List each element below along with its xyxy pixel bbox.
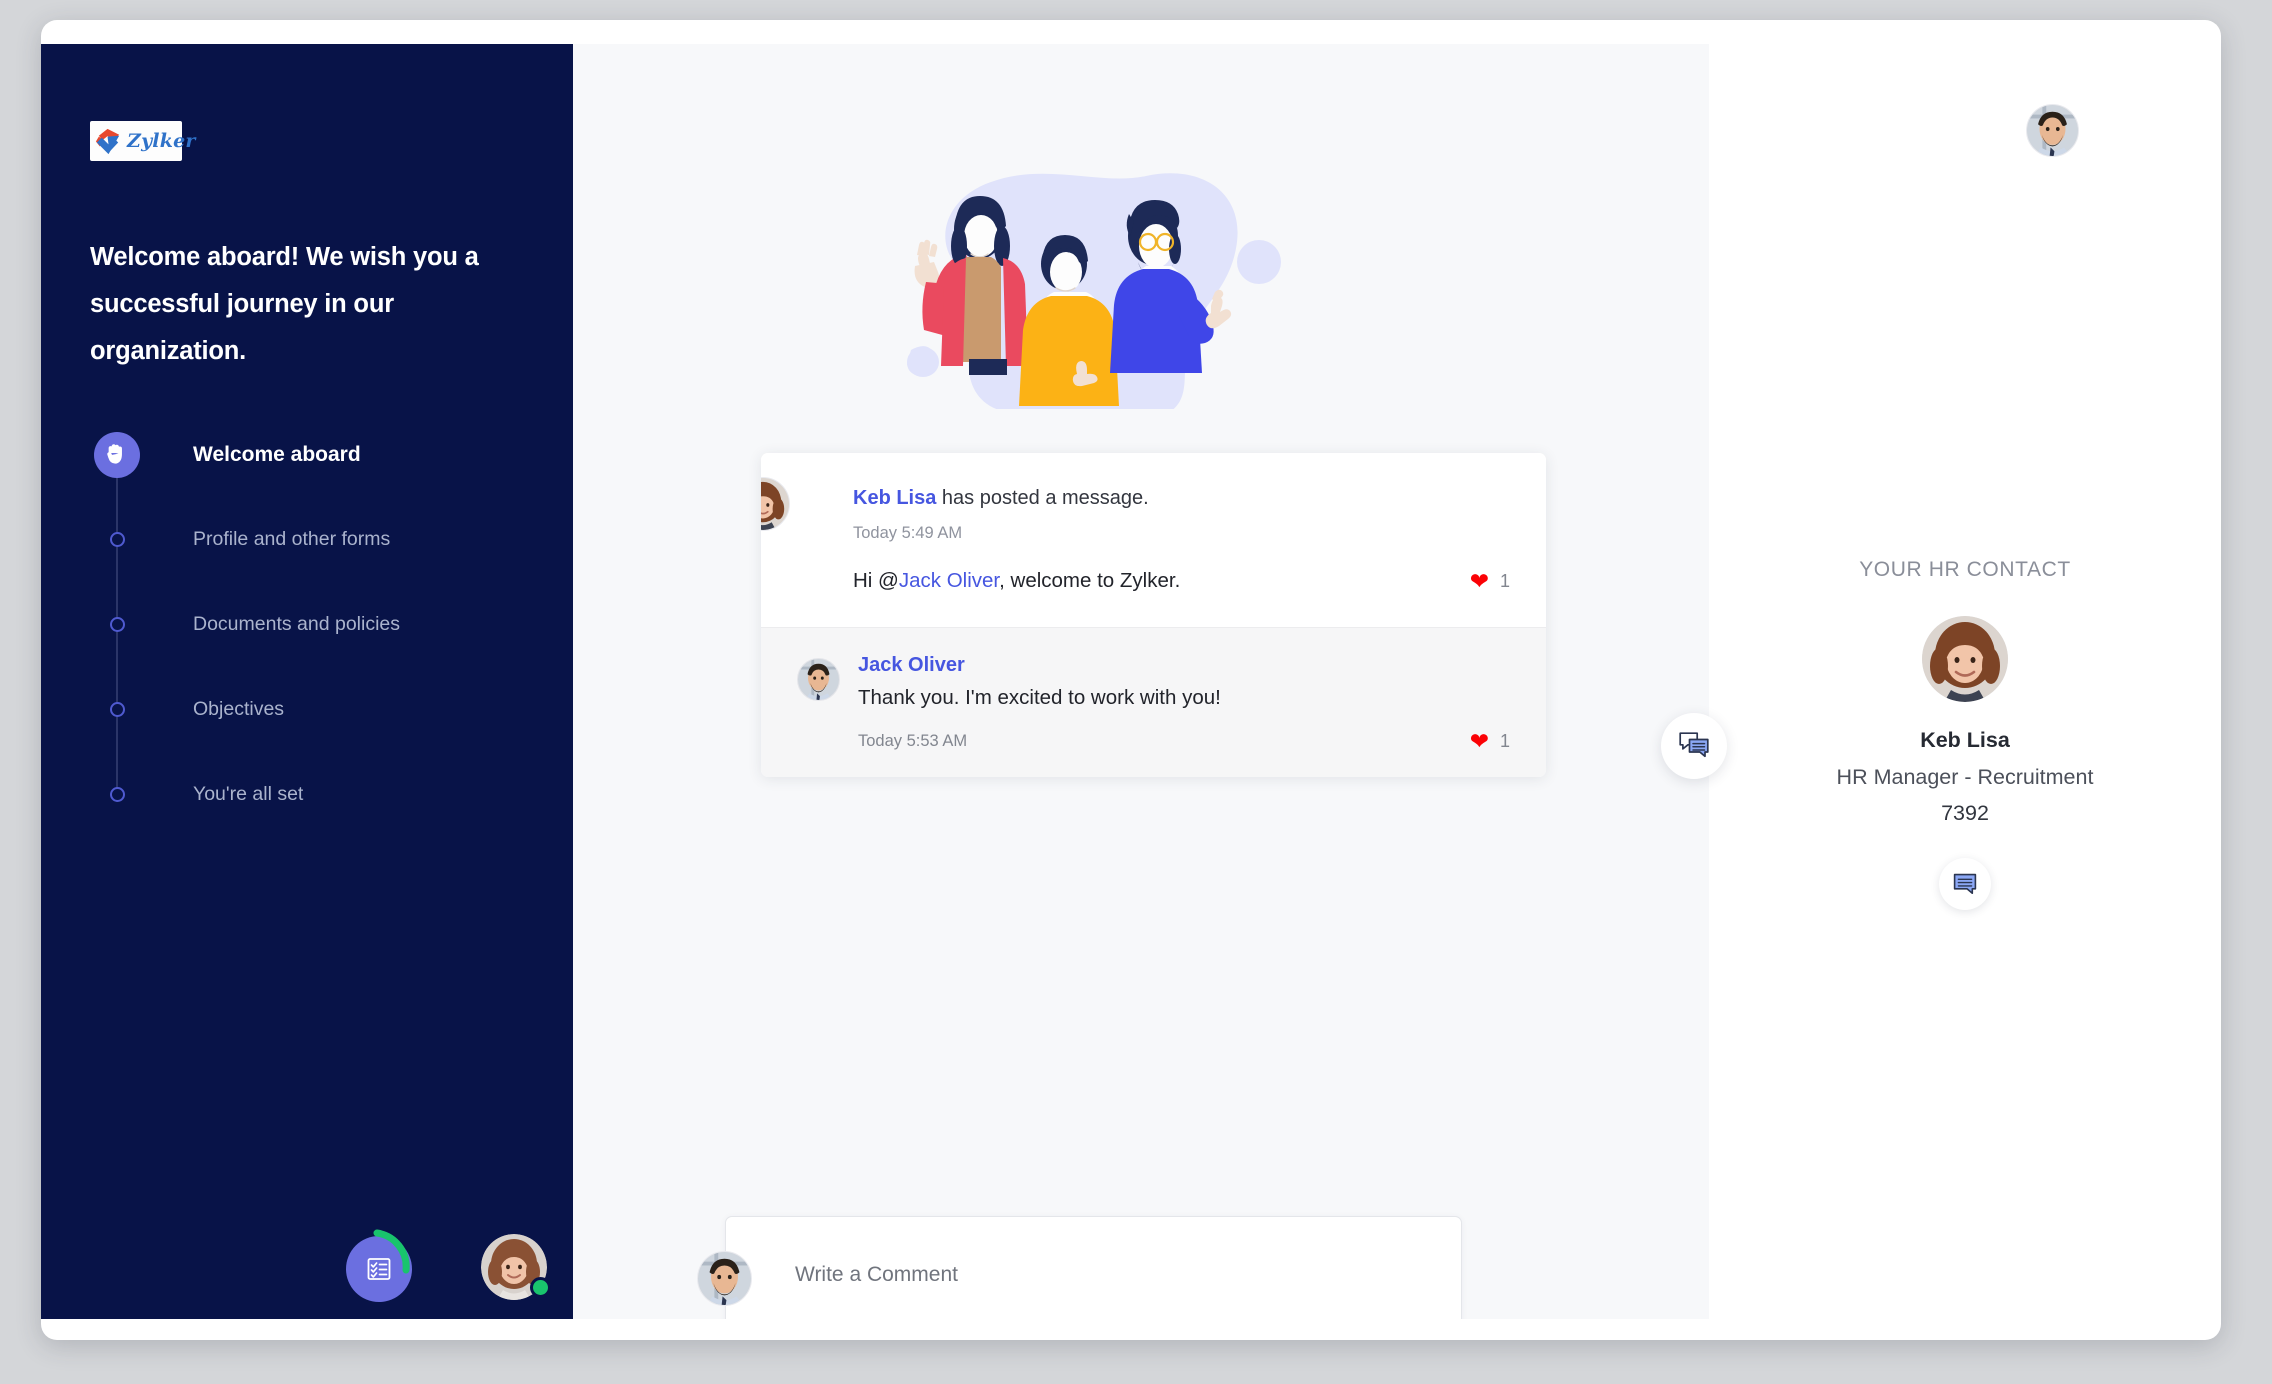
reply-text: Thank you. I'm excited to work with you! — [858, 686, 1221, 709]
hr-contact-card: YOUR HR CONTACT Keb Lisa HR Manager - Re… — [1709, 558, 2221, 910]
message-mention-jack-oliver[interactable]: Jack Oliver — [899, 569, 999, 592]
progress-arc — [373, 1229, 410, 1274]
message-body-suffix: , welcome to Zylker. — [999, 569, 1181, 592]
onboarding-steps: Welcome aboard Profile and other forms D… — [90, 412, 530, 837]
right-panel: YOUR HR CONTACT Keb Lisa HR Manager - Re… — [1709, 44, 2221, 1319]
reply-reaction[interactable]: ❤ 1 — [1470, 730, 1510, 753]
reply-content: Jack Oliver Thank you. I'm excited to wo… — [858, 654, 1510, 753]
zylker-logo-text: Zylker — [127, 130, 196, 152]
message-author-avatar[interactable] — [761, 477, 790, 531]
hr-contact-title: YOUR HR CONTACT — [1859, 558, 2071, 581]
avatar-image-current-user — [698, 1252, 751, 1305]
reaction-count: 1 — [1499, 570, 1510, 591]
message-timestamp: Today 5:49 AM — [853, 524, 963, 542]
sidebar-step-profile-and-other-forms[interactable]: Profile and other forms — [90, 497, 530, 582]
reply-row: Jack Oliver Thank you. I'm excited to wo… — [797, 654, 1510, 753]
zylker-logo[interactable]: Zylker — [90, 121, 195, 161]
sidebar-step-label: You're all set — [193, 783, 304, 805]
main-content: Keb Lisa has posted a message. Today 5:4… — [573, 44, 1709, 1319]
message-card: Keb Lisa has posted a message. Today 5:4… — [761, 453, 1546, 777]
onboarding-progress-widget[interactable] — [346, 1227, 421, 1302]
step-marker — [90, 497, 144, 582]
comment-composer[interactable] — [697, 1216, 1462, 1319]
step-marker-active — [90, 412, 144, 497]
step-marker — [90, 667, 144, 752]
hr-contact-avatar[interactable] — [1922, 616, 2008, 702]
sidebar-step-label: Profile and other forms — [193, 528, 391, 550]
zylker-logo-mark — [95, 128, 120, 154]
chat-fab-button[interactable] — [1661, 713, 1727, 779]
composer-user-avatar — [697, 1251, 752, 1306]
avatar-image-jack-oliver — [798, 659, 839, 700]
status-badge-online — [530, 1277, 551, 1298]
message-body-prefix: Hi @ — [853, 569, 899, 592]
chat-bubble-icon — [1953, 873, 1977, 894]
message-author-name[interactable]: Keb Lisa — [853, 487, 936, 509]
team-welcome-illustration — [871, 173, 1301, 454]
reply-author-avatar[interactable] — [797, 658, 840, 701]
avatar-image-current-user — [2027, 105, 2078, 156]
comment-input[interactable] — [795, 1262, 1395, 1287]
message-body-row: Hi @Jack Oliver, welcome to Zylker. ❤ 1 — [853, 569, 1510, 593]
step-dot-icon — [109, 787, 125, 802]
sidebar-step-youre-all-set[interactable]: You're all set — [90, 752, 530, 837]
sidebar-step-label: Welcome aboard — [193, 442, 361, 466]
chat-bubbles-icon — [1679, 732, 1709, 758]
message-headline: Keb Lisa has posted a message. — [853, 486, 1510, 511]
sidebar: Zylker Welcome aboard! We wish you a suc… — [41, 44, 573, 1319]
app-window: Zylker Welcome aboard! We wish you a suc… — [41, 20, 2221, 1340]
sidebar-step-documents-and-policies[interactable]: Documents and policies — [90, 582, 530, 667]
reply-timestamp: Today 5:53 AM — [858, 732, 968, 750]
reply-footer: Today 5:53 AM ❤ 1 — [858, 730, 1510, 753]
reply-author-name[interactable]: Jack Oliver — [858, 654, 1510, 677]
heart-icon[interactable]: ❤ — [1470, 730, 1489, 753]
step-dot-icon — [109, 617, 125, 632]
hr-contact-extension: 7392 — [1941, 801, 1989, 825]
step-dot-icon — [109, 532, 125, 547]
sidebar-step-objectives[interactable]: Objectives — [90, 667, 530, 752]
sidebar-step-label: Documents and policies — [193, 613, 401, 635]
sidebar-step-welcome-aboard[interactable]: Welcome aboard — [90, 412, 530, 497]
topbar-user-avatar[interactable] — [2026, 104, 2079, 157]
step-marker — [90, 582, 144, 667]
hand-wave-glyph — [107, 443, 122, 464]
hr-contact-name: Keb Lisa — [1920, 728, 2010, 752]
step-marker — [90, 752, 144, 837]
message-reaction[interactable]: ❤ 1 — [1470, 569, 1510, 593]
message-body: Hi @Jack Oliver, welcome to Zylker. — [853, 569, 1180, 593]
message-primary: Keb Lisa has posted a message. Today 5:4… — [761, 453, 1546, 627]
step-dot-icon — [109, 702, 125, 717]
avatar-image-keb-lisa — [761, 478, 789, 530]
message-reply: Jack Oliver Thank you. I'm excited to wo… — [761, 627, 1546, 777]
message-headline-suffix: has posted a message. — [936, 487, 1149, 509]
heart-icon[interactable]: ❤ — [1470, 569, 1489, 593]
avatar-image-keb-lisa — [1922, 616, 2008, 702]
hand-wave-icon — [94, 431, 140, 478]
welcome-message: Welcome aboard! We wish you a successful… — [90, 243, 479, 365]
hr-chat-button[interactable] — [1939, 858, 1991, 910]
reaction-count: 1 — [1499, 731, 1510, 751]
hr-contact-role: HR Manager - Recruitment — [1836, 765, 2094, 789]
sidebar-step-label: Objectives — [193, 698, 285, 720]
